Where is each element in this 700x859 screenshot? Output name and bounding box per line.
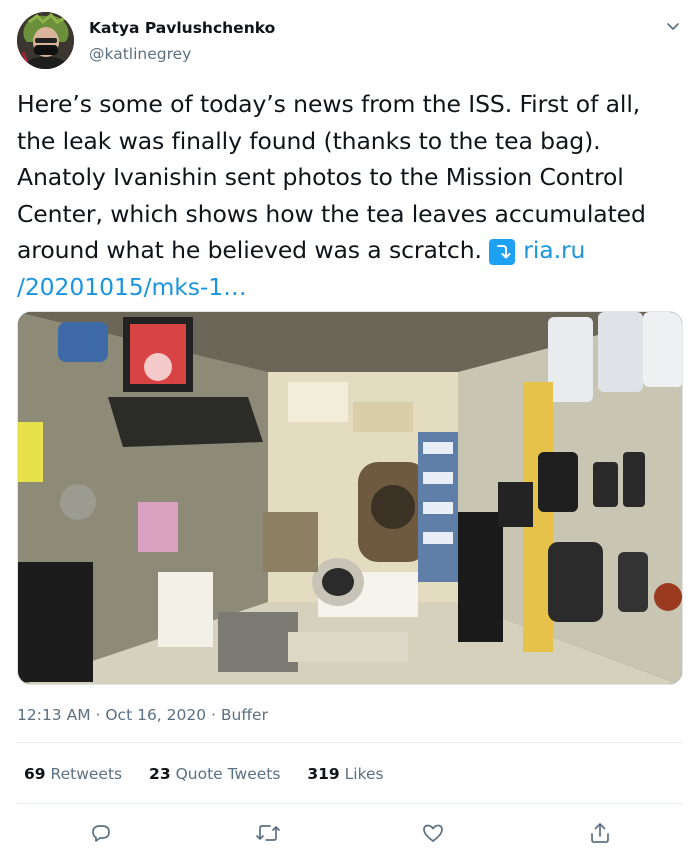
tweet-text-fragment: around what he believed was a scratch. xyxy=(17,236,482,264)
divider xyxy=(17,803,683,804)
reply-icon xyxy=(92,825,110,842)
separator: · xyxy=(90,706,106,724)
retweets-count: 69 xyxy=(24,765,46,783)
iss-interior-photo xyxy=(18,312,682,684)
divider xyxy=(17,742,683,743)
avatar-image xyxy=(17,12,74,69)
tweet-header: Katya Pavlushchenko @katlinegrey xyxy=(17,10,683,70)
chevron-down-icon xyxy=(667,23,679,30)
tweet-text-line: around what he believed was a scratch. r… xyxy=(17,232,683,269)
tweet-text-line: Center, which shows how the tea leaves a… xyxy=(17,199,646,228)
tweet-text-line: Here’s some of today’s news from the ISS… xyxy=(17,90,641,118)
retweet-button[interactable] xyxy=(255,820,281,846)
action-bar xyxy=(17,812,683,852)
avatar[interactable] xyxy=(17,12,74,69)
arrow-down-emoji-icon xyxy=(489,239,516,265)
tweet-text: Here’s some of today’s news from the ISS… xyxy=(17,86,683,305)
tweet-metadata: 12:13 AM · Oct 16, 2020 · Buffer xyxy=(17,706,268,724)
heart-icon xyxy=(423,824,443,842)
share-icon xyxy=(591,823,609,843)
likes-count: 319 xyxy=(307,765,340,783)
quote-tweets-count: 23 xyxy=(149,765,171,783)
retweet-icon xyxy=(256,825,280,841)
arrow-glyph-icon xyxy=(497,245,511,259)
user-handle[interactable]: @katlinegrey xyxy=(89,45,191,63)
article-link-continued[interactable]: /20201015/mks-1… xyxy=(17,269,683,306)
tweet-text-line: Anatoly Ivanishin sent photos to the Mis… xyxy=(17,163,624,191)
quote-tweets-stat[interactable]: 23 Quote Tweets xyxy=(149,765,280,783)
attached-photo[interactable] xyxy=(17,311,683,685)
article-link[interactable]: ria.ru xyxy=(523,236,585,264)
tweet-date[interactable]: Oct 16, 2020 xyxy=(105,706,206,724)
retweets-label: Retweets xyxy=(50,765,123,783)
quote-tweets-label: Quote Tweets xyxy=(175,765,281,783)
like-button[interactable] xyxy=(420,820,446,846)
tweet-time[interactable]: 12:13 AM xyxy=(17,706,91,724)
tweet-source[interactable]: Buffer xyxy=(221,706,268,724)
separator: · xyxy=(206,706,221,724)
more-options-button[interactable] xyxy=(663,16,683,36)
reply-button[interactable] xyxy=(88,820,114,846)
likes-stat[interactable]: 319 Likes xyxy=(307,765,383,783)
retweets-stat[interactable]: 69 Retweets xyxy=(24,765,122,783)
display-name[interactable]: Katya Pavlushchenko xyxy=(89,19,275,37)
tweet-text-line: the leak was finally found (thanks to th… xyxy=(17,126,601,155)
engagement-stats: 69 Retweets 23 Quote Tweets 319 Likes xyxy=(24,765,406,783)
share-button[interactable] xyxy=(587,820,613,846)
likes-label: Likes xyxy=(344,765,384,783)
